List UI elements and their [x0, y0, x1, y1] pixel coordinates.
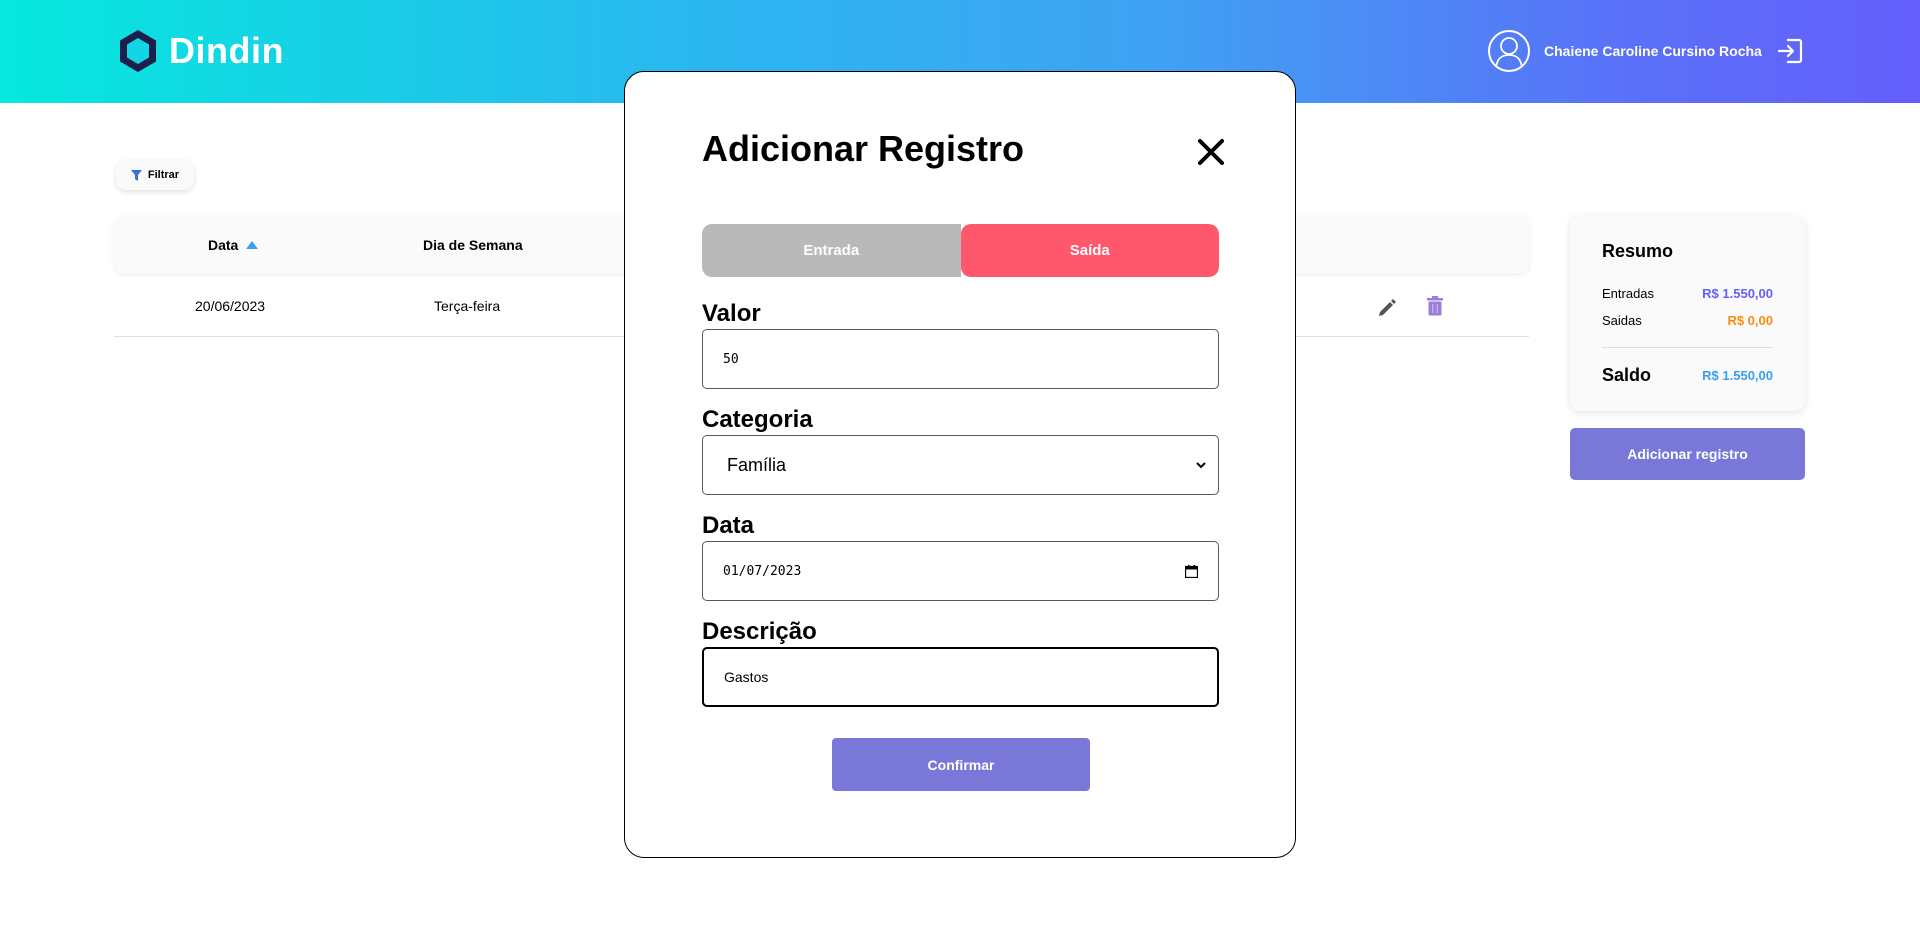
app-name: Dindin: [169, 30, 284, 71]
avatar[interactable]: [1488, 30, 1530, 72]
user-name: Chaiene Caroline Cursino Rocha: [1544, 43, 1762, 59]
descricao-value: Gastos: [724, 669, 769, 685]
entradas-label: Entradas: [1602, 286, 1655, 301]
date-value: 01/07/2023: [723, 563, 802, 579]
chevron-down-icon: [1196, 461, 1206, 468]
saidas-label: Saidas: [1602, 313, 1642, 328]
saida-toggle-button[interactable]: Saída: [960, 224, 1219, 277]
logout-icon[interactable]: [1776, 37, 1804, 65]
saldo-label: Saldo: [1602, 365, 1652, 385]
summary-divider: [1602, 347, 1773, 348]
calendar-icon[interactable]: [1185, 564, 1198, 578]
valor-label: Valor: [702, 300, 761, 327]
add-record-modal: Adicionar Registro Entrada Saída Valor 5…: [624, 71, 1296, 858]
type-toggle: Entrada Saída: [702, 224, 1219, 277]
categoria-label: Categoria: [702, 406, 813, 433]
filter-icon: [130, 169, 142, 181]
sort-up-icon: [246, 241, 259, 249]
close-icon[interactable]: [1196, 137, 1226, 167]
data-label: Data: [702, 512, 755, 539]
valor-value: 50: [723, 351, 739, 367]
date-input[interactable]: 01/07/2023: [702, 541, 1219, 601]
categoria-select[interactable]: Família: [702, 435, 1219, 495]
trash-icon[interactable]: [1427, 296, 1443, 316]
add-record-button[interactable]: Adicionar registro: [1570, 428, 1805, 480]
entradas-value: R$ 1.550,00: [1702, 286, 1773, 301]
summary-card: Resumo Entradas R$ 1.550,00 Saidas R$ 0,…: [1570, 215, 1805, 411]
column-header-weekday[interactable]: Dia de Semana: [423, 237, 523, 253]
descricao-input[interactable]: Gastos: [702, 647, 1219, 707]
saidas-value: R$ 0,00: [1727, 313, 1773, 328]
user-menu: Chaiene Caroline Cursino Rocha: [1488, 30, 1804, 72]
summary-title: Resumo: [1602, 241, 1674, 261]
confirm-button[interactable]: Confirmar: [832, 738, 1090, 791]
filter-button[interactable]: Filtrar: [116, 160, 194, 190]
app-logo: Dindin: [117, 28, 284, 74]
column-header-label: Data: [208, 237, 239, 253]
row-date: 20/06/2023: [195, 298, 266, 314]
user-icon: [1495, 37, 1523, 68]
row-weekday: Terça-feira: [434, 298, 501, 314]
column-header-data[interactable]: Data: [208, 237, 259, 253]
filter-label: Filtrar: [147, 169, 180, 181]
entrada-toggle-button[interactable]: Entrada: [702, 224, 961, 277]
valor-input[interactable]: 50: [702, 329, 1219, 389]
hexagon-logo-icon: [120, 30, 156, 72]
categoria-value: Família: [727, 454, 787, 475]
edit-pencil-icon[interactable]: [1377, 297, 1397, 317]
saldo-value: R$ 1.550,00: [1702, 368, 1773, 383]
modal-title: Adicionar Registro: [702, 128, 1025, 169]
descricao-label: Descrição: [702, 618, 817, 645]
